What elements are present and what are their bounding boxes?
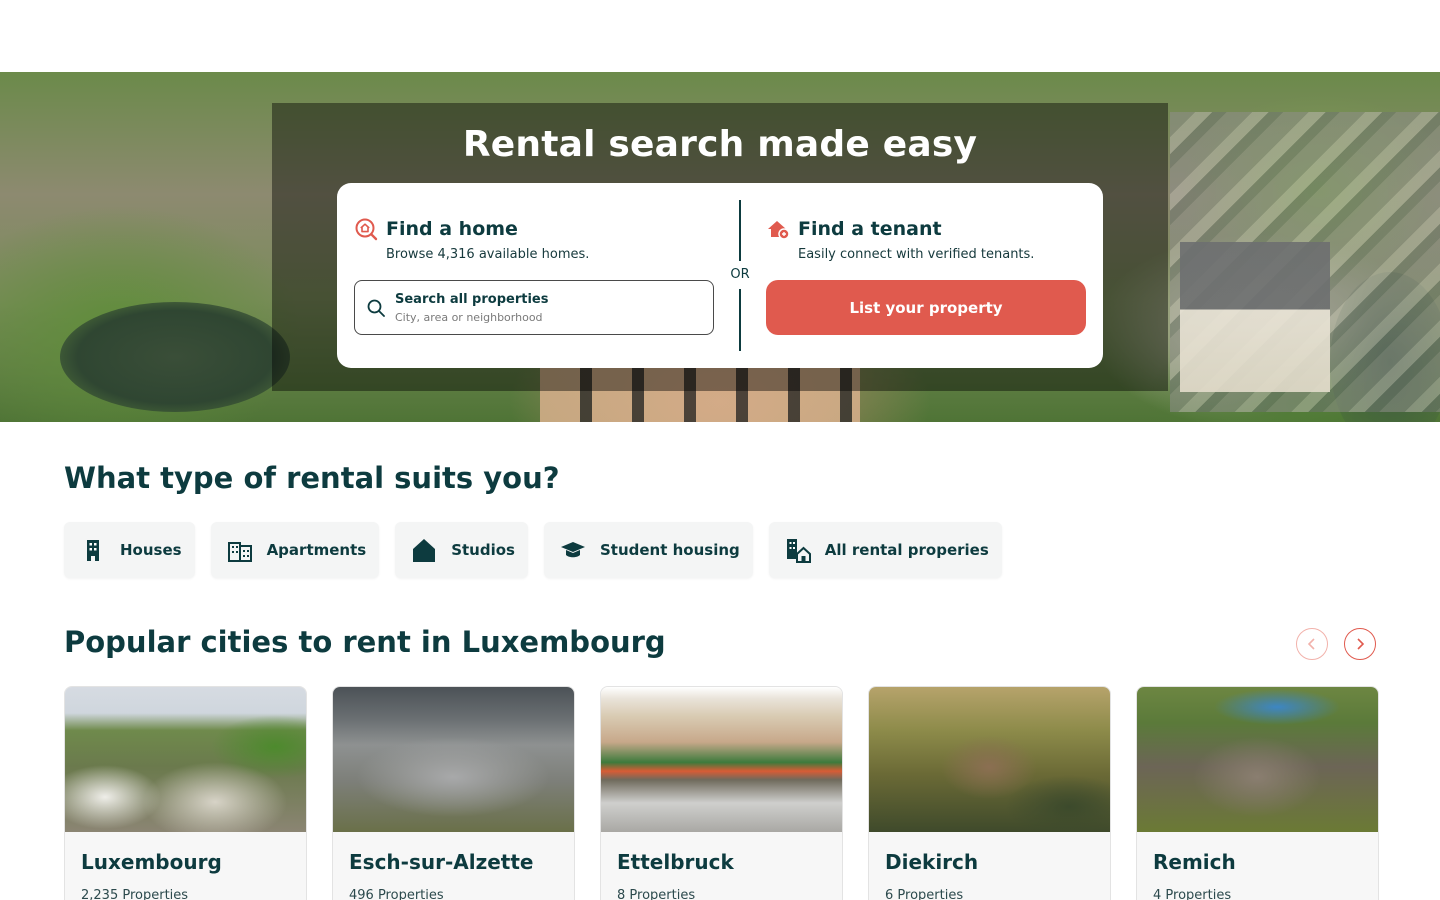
hero-banner: Rental search made easy Find a home Brow… [0,72,1440,422]
hero-title: Rental search made easy [462,124,978,165]
city-photo [65,687,306,832]
divider [739,289,741,351]
type-label: Houses [120,541,182,559]
search-label: Search all properties [395,292,549,307]
rental-types-list: Houses Apartments Studios Student housin… [64,522,1002,578]
search-placeholder: City, area or neighborhood [395,311,543,324]
type-chip-all-rental-properties[interactable]: All rental properies [768,522,1002,578]
city-card-remich[interactable]: Remich 4 Properties [1136,686,1379,900]
graduation-cap-icon [560,542,585,558]
carousel-prev-button[interactable] [1296,628,1328,660]
city-photo [1137,687,1378,832]
type-label: Studios [451,541,515,559]
find-tenant-panel: Find a tenant Easily connect with verifi… [766,217,1086,262]
city-property-count: 4 Properties [1153,888,1232,900]
top-navigation-bar [0,0,1440,72]
find-home-subtitle: Browse 4,316 available homes. [386,247,590,262]
hero-photo-river [60,302,290,412]
type-chip-houses[interactable]: Houses [64,522,195,578]
search-input[interactable]: Search all properties City, area or neig… [354,280,714,335]
search-icon [367,299,385,317]
type-label: All rental properies [824,541,989,559]
city-name: Esch-sur-Alzette [349,850,534,874]
city-photo [601,687,842,832]
search-card: Find a home Browse 4,316 available homes… [337,183,1103,368]
or-separator: OR [730,267,750,282]
popular-cities-title: Popular cities to rent in Luxembourg [64,625,666,659]
city-card-esch-sur-alzette[interactable]: Esch-sur-Alzette 496 Properties [332,686,575,900]
city-property-count: 2,235 Properties [81,888,189,900]
cities-carousel: Luxembourg 2,235 Properties Esch-sur-Alz… [64,686,1379,900]
city-photo [333,687,574,832]
type-chip-studios[interactable]: Studios [395,522,528,578]
house-badge-icon [768,221,790,240]
find-tenant-subtitle: Easily connect with verified tenants. [798,247,1035,262]
city-property-count: 6 Properties [885,888,964,900]
apartment-icon [227,542,252,562]
city-card-ettelbruck[interactable]: Ettelbruck 8 Properties [600,686,843,900]
city-card-diekirch[interactable]: Diekirch 6 Properties [868,686,1111,900]
divider [739,200,741,261]
type-chip-student-housing[interactable]: Student housing [543,522,753,578]
type-chip-apartments[interactable]: Apartments [210,522,380,578]
home-search-icon [355,218,378,241]
find-home-panel: Find a home Browse 4,316 available homes… [354,217,714,262]
type-label: Student housing [599,541,740,559]
find-tenant-title: Find a tenant [798,218,942,240]
list-property-button[interactable]: List your property [766,280,1086,335]
chevron-left-icon [1307,638,1315,650]
city-name: Ettelbruck [617,850,734,874]
city-property-count: 8 Properties [617,888,696,900]
rental-types-title: What type of rental suits you? [64,461,560,495]
city-photo [869,687,1110,832]
chevron-right-icon [1357,638,1365,650]
house-icon [413,539,436,562]
buildings-home-icon [786,539,811,563]
building-icon [87,540,99,561]
type-label: Apartments [266,541,367,559]
city-name: Remich [1153,850,1236,874]
carousel-next-button[interactable] [1344,628,1376,660]
city-name: Diekirch [885,850,979,874]
find-home-title: Find a home [386,218,518,240]
city-card-luxembourg[interactable]: Luxembourg 2,235 Properties [64,686,307,900]
city-property-count: 496 Properties [349,888,444,900]
hero-photo-building [1180,242,1330,392]
city-name: Luxembourg [81,850,222,874]
